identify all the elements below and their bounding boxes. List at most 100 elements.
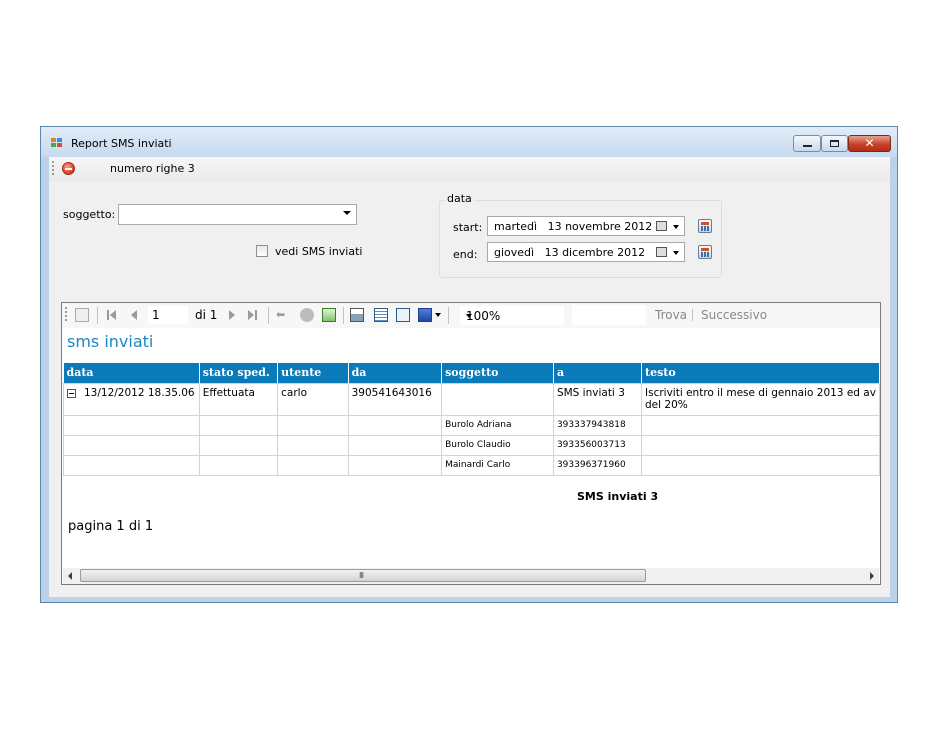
- close-button[interactable]: ✕: [848, 135, 891, 152]
- print-icon[interactable]: [350, 308, 364, 322]
- cell-data-value: 13/12/2012 18.35.06: [84, 386, 195, 399]
- chevron-down-icon: [343, 211, 351, 215]
- maximize-button[interactable]: [821, 135, 848, 152]
- page-footer: pagina 1 di 1: [68, 519, 154, 534]
- recipient-name: Burolo Adriana: [441, 414, 554, 436]
- export-icon[interactable]: [418, 308, 432, 322]
- empty-cell: [641, 454, 880, 476]
- scroll-right-icon[interactable]: [870, 572, 874, 580]
- column-header-soggetto: soggetto: [441, 363, 554, 383]
- empty-cell: [63, 434, 200, 456]
- recipient-number: 393396371960: [552, 454, 643, 476]
- column-header-da: da: [348, 363, 443, 383]
- window-title: Report SMS inviati: [71, 137, 172, 150]
- cell-a: SMS inviati 3: [552, 382, 643, 416]
- total-label: SMS inviati 3: [577, 490, 659, 503]
- back-icon[interactable]: ⬅: [276, 308, 290, 322]
- date-group-title: data: [445, 192, 474, 205]
- last-page-icon[interactable]: [246, 308, 260, 322]
- page-number-input[interactable]: 1: [148, 306, 188, 324]
- end-date-picker[interactable]: giovedì 13 dicembre 2012: [487, 242, 685, 262]
- soggetto-label: soggetto:: [63, 208, 116, 221]
- document-map-icon[interactable]: [75, 308, 89, 322]
- report-window: Report SMS inviati ✕ numero righe 3 sogg…: [40, 126, 898, 603]
- find-next-button[interactable]: Successivo: [701, 308, 767, 322]
- stop-render-icon[interactable]: [300, 308, 314, 322]
- empty-cell: [641, 414, 880, 436]
- first-page-icon[interactable]: [106, 308, 120, 322]
- collapse-icon[interactable]: [67, 389, 76, 398]
- page-total-label: di 1: [195, 308, 218, 322]
- cell-utente: carlo: [277, 382, 349, 416]
- next-page-icon[interactable]: [226, 308, 240, 322]
- prev-page-icon[interactable]: [128, 308, 142, 322]
- end-label: end:: [453, 248, 478, 261]
- start-label: start:: [453, 221, 483, 234]
- cell-stato: Effettuata: [198, 382, 279, 416]
- rows-count-label: numero righe 3: [110, 162, 195, 175]
- cell-data: 13/12/2012 18.35.06: [63, 382, 200, 416]
- start-date-picker[interactable]: martedì 13 novembre 2012: [487, 216, 685, 236]
- empty-cell: [347, 434, 443, 456]
- client-area: numero righe 3 soggetto: vedi SMS inviat…: [49, 157, 890, 597]
- export-dropdown-icon[interactable]: [435, 313, 441, 317]
- title-bar: Report SMS inviati ✕: [41, 127, 897, 157]
- horizontal-scrollbar[interactable]: III: [63, 568, 879, 584]
- minimize-button[interactable]: [793, 135, 821, 152]
- toolbar-grip-icon[interactable]: [52, 161, 54, 175]
- empty-cell: [277, 434, 349, 456]
- soggetto-combobox[interactable]: [118, 204, 357, 225]
- empty-cell: [277, 454, 349, 476]
- cell-da: 390541643016: [347, 382, 443, 416]
- minimize-icon: [803, 145, 812, 147]
- report-title: sms inviati: [67, 332, 154, 351]
- column-header-data: data: [63, 363, 200, 383]
- print-layout-icon[interactable]: [374, 308, 388, 322]
- empty-cell: [641, 434, 880, 456]
- recipient-number: 393356003713: [552, 434, 643, 456]
- end-calendar-button[interactable]: [698, 245, 712, 259]
- chevron-down-icon: [466, 314, 472, 318]
- close-icon: ✕: [864, 136, 875, 150]
- vedi-sms-checkbox[interactable]: [256, 245, 268, 257]
- start-calendar-button[interactable]: [698, 219, 712, 233]
- app-icon: [51, 138, 63, 148]
- scroll-thumb[interactable]: III: [80, 569, 646, 582]
- calendar-icon: [656, 221, 667, 231]
- empty-cell: [277, 414, 349, 436]
- find-button[interactable]: Trova: [655, 308, 687, 322]
- cell-soggetto: [441, 382, 554, 416]
- empty-cell: [347, 454, 443, 476]
- recipient-name: Mainardi Carlo: [441, 454, 554, 476]
- calendar-icon: [656, 247, 667, 257]
- empty-cell: [347, 414, 443, 436]
- find-input[interactable]: [572, 305, 646, 325]
- toolbar-separator: [692, 309, 693, 321]
- stop-icon[interactable]: [62, 162, 75, 175]
- refresh-icon[interactable]: [322, 308, 336, 322]
- empty-cell: [198, 414, 279, 436]
- empty-cell: [63, 414, 200, 436]
- recipient-name: Burolo Claudio: [441, 434, 554, 456]
- scroll-grip: III: [359, 571, 364, 580]
- end-date-value: giovedì 13 dicembre 2012: [494, 246, 646, 259]
- column-header-utente: utente: [277, 363, 349, 383]
- date-groupbox: [439, 200, 722, 278]
- toolbar-separator: [343, 307, 344, 324]
- maximize-icon: [830, 140, 839, 147]
- zoom-combobox[interactable]: 100%: [460, 306, 564, 325]
- column-header-a: a: [553, 363, 643, 383]
- recipient-row: Burolo Adriana 393337943818: [63, 414, 880, 436]
- start-date-value: martedì 13 novembre 2012: [494, 220, 653, 233]
- testo-line-2: del 20%: [645, 398, 688, 411]
- report-viewer: 1 di 1 ⬅ 100% Trova Successivo sms invia…: [61, 302, 881, 585]
- report-toolbar: 1 di 1 ⬅ 100% Trova Successivo: [62, 303, 880, 329]
- chevron-down-icon: [673, 251, 679, 255]
- column-header-stato: stato sped.: [199, 363, 279, 383]
- report-toolbar-grip-icon[interactable]: [65, 307, 67, 321]
- recipient-row: Burolo Claudio 393356003713: [63, 434, 880, 456]
- scroll-left-icon[interactable]: [68, 572, 72, 580]
- chevron-down-icon: [673, 225, 679, 229]
- page-setup-icon[interactable]: [396, 308, 410, 322]
- table-row: 13/12/2012 18.35.06 Effettuata carlo 390…: [63, 382, 880, 416]
